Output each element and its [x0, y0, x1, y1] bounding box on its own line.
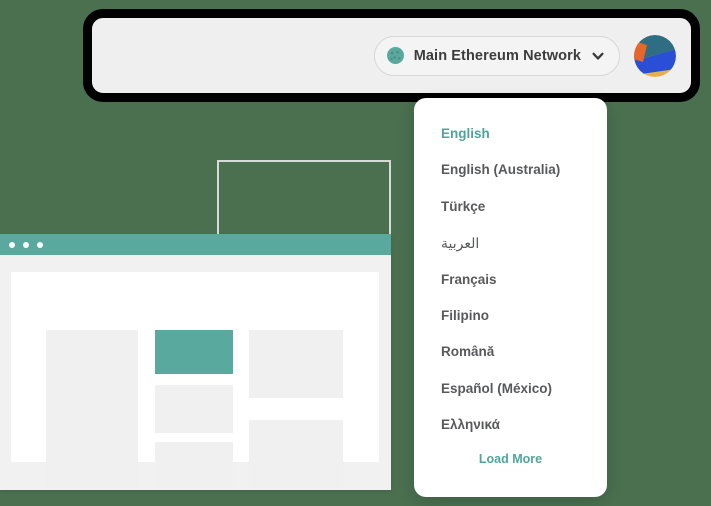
canvas-background: Main Ethereum Network English English (A… [0, 0, 711, 506]
language-option-francais[interactable]: Français [414, 262, 607, 298]
traffic-light-minimize-icon [23, 241, 29, 248]
network-selector-button[interactable]: Main Ethereum Network [373, 35, 620, 76]
language-option-espanol-mexico[interactable]: Español (México) [414, 371, 607, 407]
browser-titlebar [0, 234, 391, 255]
browser-window-mockup [0, 234, 391, 490]
extension-header-panel: Main Ethereum Network [83, 9, 700, 102]
content-block-right-bottom [249, 420, 343, 488]
language-option-ellinika[interactable]: Ελληνικά [414, 407, 607, 443]
content-block-mid-top [155, 330, 233, 374]
browser-page-area [11, 272, 379, 488]
content-block-mid-middle [155, 385, 233, 433]
content-block-mid-bottom [155, 442, 233, 488]
language-option-filipino[interactable]: Filipino [414, 298, 607, 334]
language-dropdown-panel: English English (Australia) Türkçe العرب… [414, 98, 607, 497]
traffic-light-close-icon [9, 241, 15, 248]
chevron-down-icon [591, 49, 605, 63]
browser-content-grid [11, 272, 379, 488]
load-more-link[interactable]: Load More [414, 452, 607, 466]
network-selector-label: Main Ethereum Network [413, 47, 581, 64]
language-option-romana[interactable]: Română [414, 334, 607, 370]
network-status-dot-icon [386, 47, 404, 64]
language-list: English English (Australia) Türkçe العرب… [414, 116, 607, 444]
account-identicon-avatar[interactable] [634, 34, 676, 77]
language-option-english-australia[interactable]: English (Australia) [414, 152, 607, 188]
language-option-english[interactable]: English [414, 116, 607, 152]
language-option-arabic[interactable]: العربية [414, 225, 607, 261]
content-block-right-top [249, 330, 343, 398]
ghost-outline-rectangle [217, 160, 391, 242]
language-option-turkce[interactable]: Türkçe [414, 189, 607, 225]
traffic-light-maximize-icon [37, 241, 43, 248]
content-block-left-tall [46, 330, 138, 488]
